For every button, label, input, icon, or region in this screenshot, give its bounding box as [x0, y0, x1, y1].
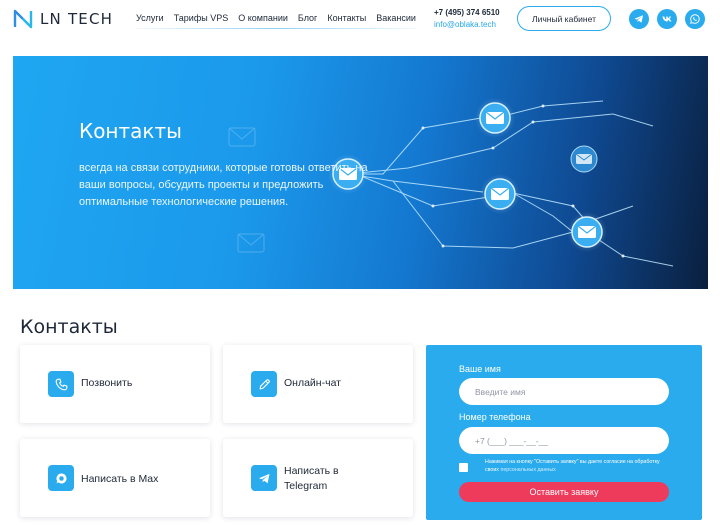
- telegram-icon[interactable]: [629, 9, 649, 29]
- call-card[interactable]: Позвонить: [20, 345, 210, 423]
- name-input[interactable]: Введите имя: [459, 378, 669, 405]
- personal-data-link[interactable]: персональных данных: [500, 467, 555, 473]
- callback-form: Ваше имя Введите имя Номер телефона +7 (…: [426, 345, 702, 520]
- personal-cabinet-button[interactable]: Личный кабинет: [517, 6, 611, 31]
- call-card-label: Позвонить: [81, 377, 133, 389]
- phone-icon: [48, 371, 74, 397]
- nav-divider: [136, 28, 416, 29]
- banner-title: Контакты: [79, 119, 182, 143]
- nav-item-vacancies[interactable]: Вакансии: [376, 13, 416, 23]
- phone-label: Номер телефона: [459, 412, 531, 422]
- logo[interactable]: LN TECH: [12, 8, 113, 30]
- telegram-icon: [251, 465, 277, 491]
- consent-text: Нажимая на кнопку "Оставить заявку" вы д…: [485, 459, 675, 474]
- section-title: Контакты: [20, 316, 118, 338]
- hero-banner: Контакты всегда на связи сотрудники, кот…: [13, 56, 708, 289]
- logo-text: LN TECH: [40, 10, 114, 28]
- consent-checkbox[interactable]: [459, 463, 468, 472]
- pencil-icon: [251, 371, 277, 397]
- header: LN TECH Услуги Тарифы VPS О компании Бло…: [0, 0, 720, 42]
- telegram-card-label: Написать в Telegram: [284, 465, 339, 492]
- nav-item-services[interactable]: Услуги: [136, 13, 164, 23]
- max-card-label: Написать в Max: [81, 473, 159, 485]
- online-chat-card-label: Онлайн-чат: [284, 377, 341, 389]
- online-chat-card[interactable]: Онлайн-чат: [223, 345, 413, 423]
- banner-description: всегда на связи сотрудники, которые гото…: [79, 162, 368, 208]
- whatsapp-icon[interactable]: [685, 9, 705, 29]
- logo-mark-icon: [13, 9, 33, 29]
- max-card[interactable]: Написать в Max: [20, 439, 210, 517]
- nav-item-blog[interactable]: Блог: [298, 13, 317, 23]
- name-label: Ваше имя: [459, 364, 501, 374]
- nav-item-about[interactable]: О компании: [238, 13, 288, 23]
- phone-input[interactable]: +7 (___) ___-__-__: [459, 427, 669, 454]
- telegram-card[interactable]: Написать в Telegram: [223, 439, 413, 517]
- submit-request-button[interactable]: Оставить заявку: [459, 482, 669, 502]
- vk-icon[interactable]: [657, 9, 677, 29]
- header-email[interactable]: info@oblaka.tech: [434, 20, 506, 29]
- header-phone[interactable]: +7 (495) 374 6510: [434, 8, 506, 17]
- nav-item-contacts[interactable]: Контакты: [327, 13, 366, 23]
- nav-item-vps-tariffs[interactable]: Тарифы VPS: [174, 13, 229, 23]
- max-chat-icon: [48, 465, 74, 491]
- main-nav: Услуги Тарифы VPS О компании Блог Контак…: [136, 7, 416, 29]
- header-contacts: +7 (495) 374 6510 info@oblaka.tech: [434, 8, 506, 29]
